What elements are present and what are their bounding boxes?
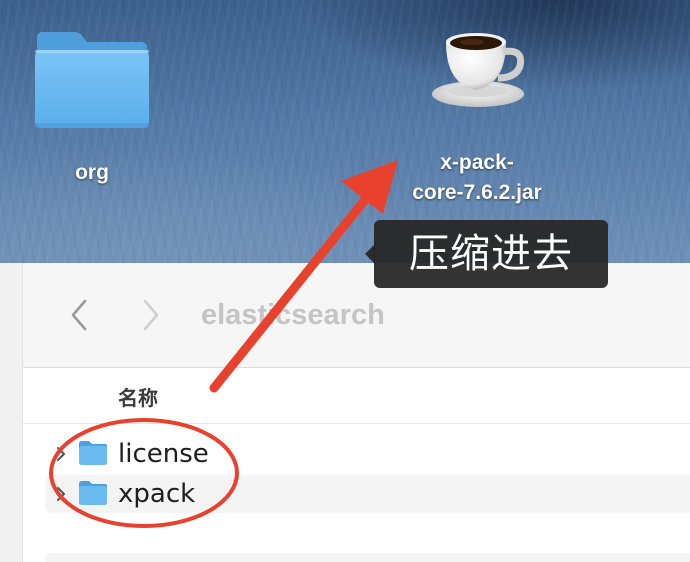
annotation-label: 压缩进去 [365,220,608,288]
chevron-right-icon [143,299,159,331]
forward-button[interactable] [135,297,165,333]
folder-icon [35,32,149,128]
list-item-license[interactable]: license [45,435,690,473]
finder-window: elasticsearch 名称 [0,263,690,562]
chevron-left-icon [71,299,87,331]
chevron-right-icon[interactable] [54,484,68,504]
list-item-partial [45,553,690,562]
folder-icon [79,481,107,505]
desktop-item-label: x-pack- core-7.6.2.jar [412,151,542,204]
desktop-item-label: org [75,161,109,184]
file-name: license [118,439,209,469]
desktop-item-org[interactable]: org [30,28,154,188]
column-header[interactable]: 名称 [23,368,690,424]
folder-icon [79,441,107,465]
back-button[interactable] [65,297,95,333]
chevron-right-icon[interactable] [54,444,68,464]
file-name: xpack [118,479,196,509]
sidebar [0,263,23,562]
list-item-xpack[interactable]: xpack [45,475,690,513]
java-cup-icon [432,33,525,107]
column-header-name[interactable]: 名称 [118,382,158,411]
desktop-item-jar[interactable]: x-pack- core-7.6.2.jar [392,28,562,208]
window-title: elasticsearch [201,299,385,331]
